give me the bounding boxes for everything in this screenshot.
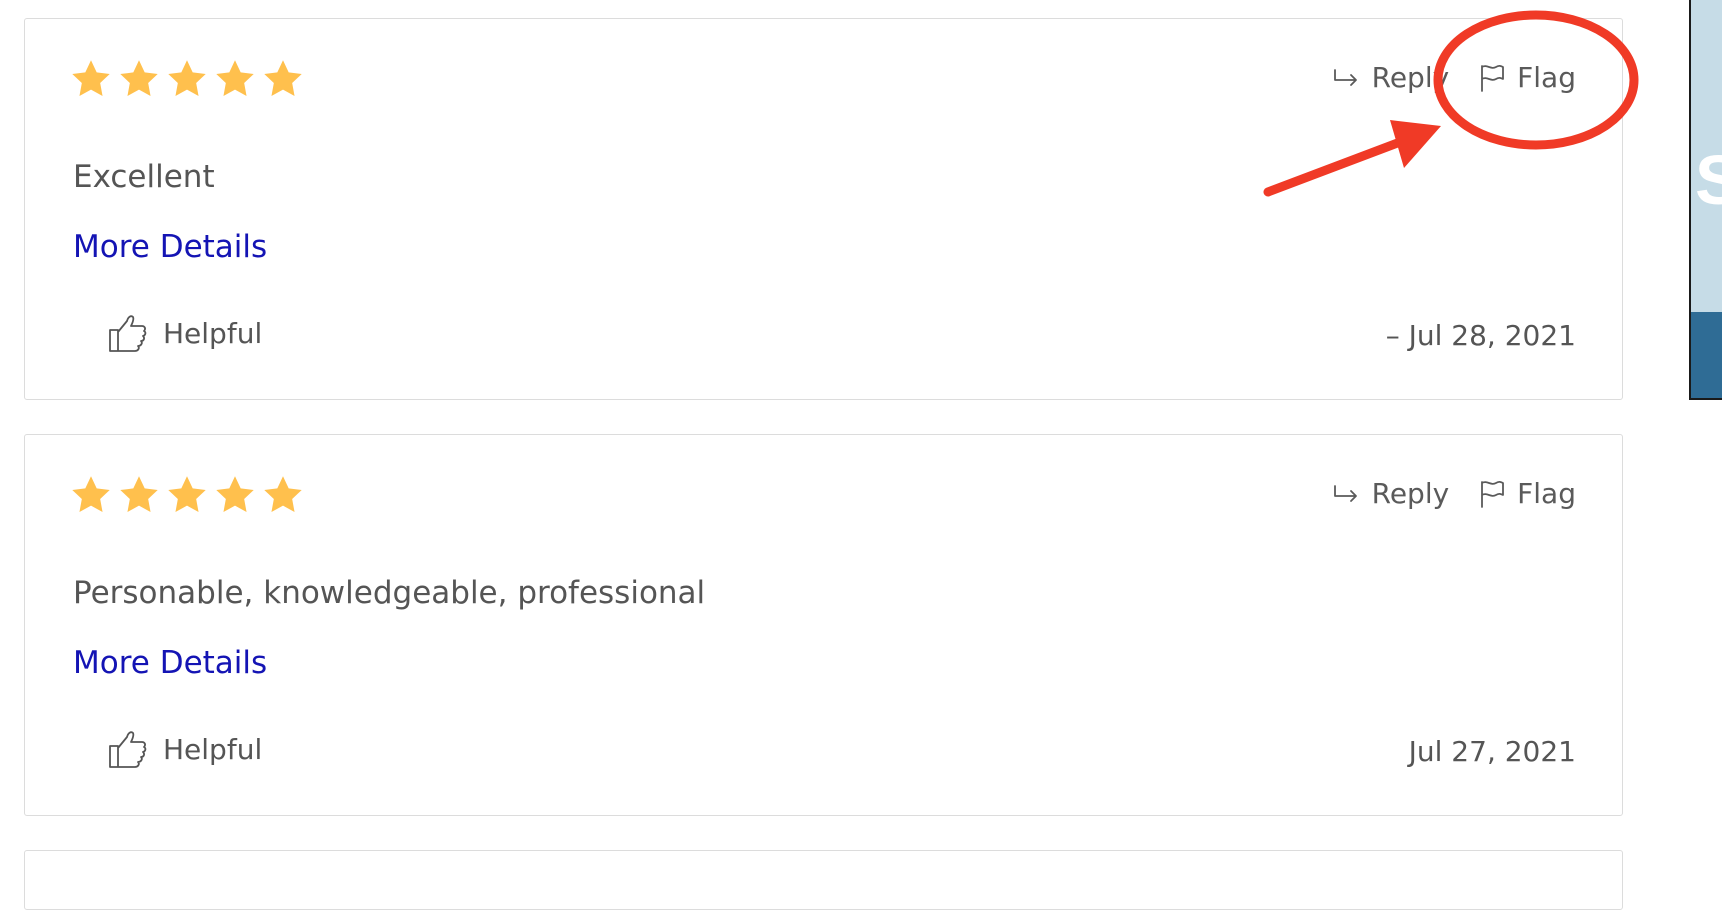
review-text: Personable, knowledgeable, professional <box>73 575 706 611</box>
review-date: Jul 27, 2021 <box>1408 735 1576 768</box>
star-icon <box>165 57 209 101</box>
side-panel-letter: S <box>1695 140 1722 220</box>
flag-icon <box>1479 63 1505 93</box>
flag-button[interactable]: Flag <box>1479 61 1576 94</box>
review-card: Reply Flag Personable, knowledgeable, pr… <box>24 434 1623 816</box>
star-rating <box>69 57 305 101</box>
flag-label: Flag <box>1517 477 1576 510</box>
review-actions: Reply Flag <box>1332 477 1576 510</box>
star-icon <box>165 473 209 517</box>
star-icon <box>213 57 257 101</box>
star-icon <box>69 473 113 517</box>
side-ad-panel[interactable]: S <box>1689 0 1722 400</box>
star-rating <box>69 473 305 517</box>
reply-label: Reply <box>1371 477 1450 510</box>
star-icon <box>69 57 113 101</box>
star-icon <box>117 473 161 517</box>
more-details-link[interactable]: More Details <box>73 645 267 681</box>
more-details-link[interactable]: More Details <box>73 229 267 265</box>
helpful-label: Helpful <box>163 732 263 766</box>
flag-button[interactable]: Flag <box>1479 477 1576 510</box>
review-actions: Reply Flag <box>1332 61 1576 94</box>
reply-button[interactable]: Reply <box>1332 477 1450 510</box>
review-text: Excellent <box>73 159 215 195</box>
flag-icon <box>1479 479 1505 509</box>
star-icon <box>261 473 305 517</box>
reply-label: Reply <box>1371 61 1450 94</box>
helpful-button[interactable]: Helpful <box>107 728 262 770</box>
helpful-label: Helpful <box>163 316 263 350</box>
star-icon <box>261 57 305 101</box>
review-date: – Jul 28, 2021 <box>1385 319 1576 352</box>
reply-arrow-icon <box>1332 67 1360 89</box>
thumbs-up-icon <box>107 312 149 354</box>
side-panel-wave <box>1691 312 1722 398</box>
thumbs-up-icon <box>107 728 149 770</box>
reply-arrow-icon <box>1332 483 1360 505</box>
helpful-button[interactable]: Helpful <box>107 312 262 354</box>
star-icon <box>213 473 257 517</box>
flag-label: Flag <box>1517 61 1576 94</box>
star-icon <box>117 57 161 101</box>
review-card: Reply Flag Excellent More Details Helpfu… <box>24 18 1623 400</box>
reply-button[interactable]: Reply <box>1332 61 1450 94</box>
review-card-partial <box>24 850 1623 910</box>
